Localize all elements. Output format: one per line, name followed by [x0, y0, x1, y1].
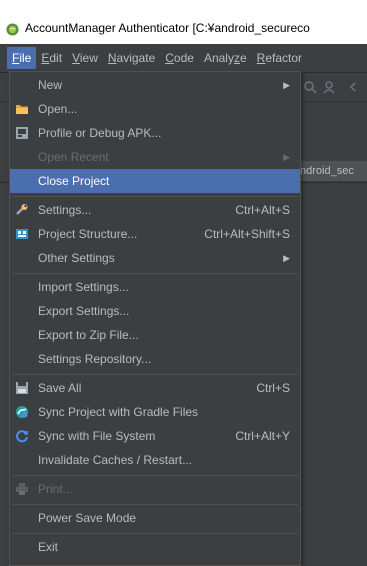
project-structure-icon: [16, 229, 28, 239]
menu-file[interactable]: File: [7, 47, 37, 69]
menu-item-import-settings[interactable]: Import Settings...: [10, 275, 300, 299]
menu-item-exit[interactable]: Exit: [10, 535, 300, 559]
menu-item-sync-file-system[interactable]: Sync with File System Ctrl+Alt+Y: [10, 424, 300, 448]
chevron-left-icon[interactable]: [346, 80, 360, 94]
menu-analyze[interactable]: Analyze: [199, 47, 252, 69]
menu-separator: [12, 196, 298, 197]
menu-item-project-structure[interactable]: Project Structure... Ctrl+Alt+Shift+S: [10, 222, 300, 246]
menu-edit[interactable]: Edit: [36, 47, 67, 69]
title-bar: AccountManager Authenticator [C:¥android…: [0, 0, 367, 44]
menu-item-open-recent[interactable]: Open Recent ▶: [10, 145, 300, 169]
user-icon[interactable]: [322, 80, 336, 94]
menu-item-open[interactable]: Open...: [10, 97, 300, 121]
submenu-arrow-icon: ▶: [283, 253, 290, 263]
menu-item-export-zip[interactable]: Export to Zip File...: [10, 323, 300, 347]
submenu-arrow-icon: ▶: [283, 80, 290, 90]
android-head-icon: [6, 23, 19, 36]
menu-refactor[interactable]: Refactor: [252, 47, 307, 69]
menu-bar: File Edit View Navigate Code Analyze Ref…: [0, 44, 367, 73]
menu-item-power-save-mode[interactable]: Power Save Mode: [10, 506, 300, 530]
menu-item-settings-repository[interactable]: Settings Repository...: [10, 347, 300, 371]
menu-separator: [12, 504, 298, 505]
menu-item-print[interactable]: Print...: [10, 477, 300, 501]
menu-separator: [12, 533, 298, 534]
file-menu-dropdown: New ▶ Open... Profile or Debug APK... Op…: [9, 71, 301, 566]
menu-item-sync-gradle[interactable]: Sync Project with Gradle Files: [10, 400, 300, 424]
menu-code[interactable]: Code: [160, 47, 199, 69]
floppy-disk-icon: [16, 382, 28, 394]
menu-navigate[interactable]: Navigate: [103, 47, 160, 69]
menu-separator: [12, 273, 298, 274]
menu-item-close-project[interactable]: Close Project: [10, 169, 300, 193]
window-title: AccountManager Authenticator [C:¥android…: [25, 21, 310, 35]
menu-item-invalidate-caches[interactable]: Invalidate Caches / Restart...: [10, 448, 300, 472]
menu-item-profile-debug-apk[interactable]: Profile or Debug APK...: [10, 121, 300, 145]
menu-separator: [12, 374, 298, 375]
menu-item-export-settings[interactable]: Export Settings...: [10, 299, 300, 323]
folder-icon: [16, 105, 28, 114]
menu-item-other-settings[interactable]: Other Settings ▶: [10, 246, 300, 270]
search-icon[interactable]: [303, 80, 317, 94]
gradle-sync-icon: [16, 406, 28, 418]
refresh-icon: [16, 430, 28, 443]
menu-item-save-all[interactable]: Save All Ctrl+S: [10, 376, 300, 400]
printer-icon: [16, 483, 28, 495]
submenu-arrow-icon: ▶: [283, 152, 290, 162]
apk-profile-icon: [16, 127, 28, 139]
editor-tab[interactable]: ndroid_sec: [298, 161, 367, 181]
menu-view[interactable]: View: [67, 47, 103, 69]
menu-item-new[interactable]: New ▶: [10, 73, 300, 97]
menu-separator: [12, 475, 298, 476]
menu-item-settings[interactable]: Settings... Ctrl+Alt+S: [10, 198, 300, 222]
wrench-icon: [16, 204, 28, 215]
